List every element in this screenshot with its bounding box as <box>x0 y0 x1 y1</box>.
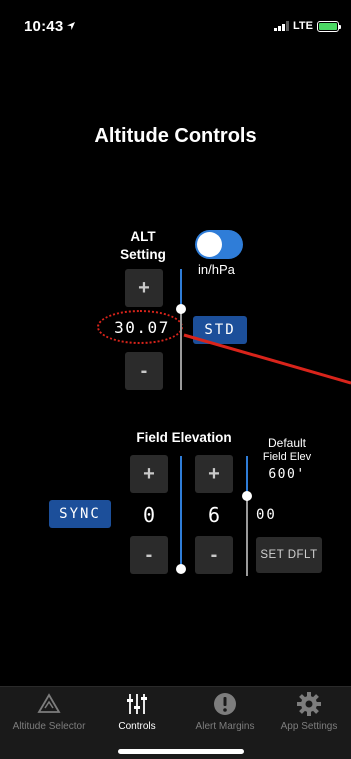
alt-label-line2: Setting <box>120 247 166 262</box>
alt-slider-track-bottom <box>180 310 182 390</box>
tab-label: Alert Margins <box>195 721 255 732</box>
default-label-line2: Field Elev <box>262 451 312 463</box>
set-default-button[interactable]: SET DFLT <box>256 537 322 573</box>
field-elevation-label: Field Elevation <box>136 430 232 445</box>
battery-icon <box>317 20 341 32</box>
tab-label: Controls <box>118 721 156 732</box>
fe-hundreds-increment-button[interactable]: + <box>195 455 233 493</box>
fe-slider-handle[interactable] <box>176 564 186 574</box>
tab-label: App Settings <box>280 721 338 732</box>
page-title: Altitude Controls <box>94 125 257 147</box>
alt-increment-button[interactable]: + <box>125 269 163 307</box>
alt-slider-handle[interactable] <box>176 304 186 314</box>
fe-right-track-top <box>246 456 248 492</box>
location-arrow-icon <box>67 22 75 30</box>
alt-setting-label: ALT Setting <box>100 228 186 264</box>
signal-bars-icon <box>274 21 290 31</box>
fe-slider-track <box>180 456 182 568</box>
alert-icon <box>214 693 236 715</box>
default-field-elev-value: 600' <box>268 467 306 482</box>
toggle-knob <box>197 232 222 257</box>
fe-right-track-bottom <box>246 498 248 576</box>
tab-altitude-selector[interactable]: Altitude Selector <box>5 691 93 732</box>
alt-setting-value: 30.07 <box>114 318 170 337</box>
alt-slider-track-top <box>180 269 182 307</box>
default-label-line1: Default <box>267 436 307 450</box>
annotation-arrow <box>183 333 351 385</box>
status-indicators: LTE <box>274 20 341 32</box>
sliders-icon <box>127 694 147 714</box>
gear-icon <box>297 692 321 716</box>
altitude-selector-icon <box>37 693 61 713</box>
default-field-elev-label: Default Field Elev <box>256 436 318 464</box>
fe-hundreds-digit: 6 <box>207 503 221 527</box>
status-time: 10:43 <box>24 18 64 35</box>
tab-controls[interactable]: Controls <box>93 691 181 732</box>
tab-label: Altitude Selector <box>12 721 86 732</box>
tab-app-settings[interactable]: App Settings <box>269 691 349 732</box>
fe-thousands-decrement-button[interactable]: - <box>130 536 168 574</box>
network-type: LTE <box>293 20 313 32</box>
alt-decrement-button[interactable]: - <box>125 352 163 390</box>
unit-toggle-label: in/hPa <box>198 262 235 277</box>
unit-toggle[interactable] <box>195 230 243 259</box>
home-indicator <box>118 749 244 754</box>
fe-thousands-digit: 0 <box>142 503 156 527</box>
fe-tens-ones: 00 <box>256 507 277 523</box>
sync-button[interactable]: SYNC <box>49 500 111 528</box>
app-screen: 10:43 LTE Altitude Controls ALT Setting … <box>0 0 351 759</box>
fe-hundreds-decrement-button[interactable]: - <box>195 536 233 574</box>
std-button[interactable]: STD <box>193 316 247 344</box>
fe-right-slider-handle[interactable] <box>242 491 252 501</box>
alt-label-line1: ALT <box>130 229 156 244</box>
fe-thousands-increment-button[interactable]: + <box>130 455 168 493</box>
tab-alert-margins[interactable]: Alert Margins <box>181 691 269 732</box>
